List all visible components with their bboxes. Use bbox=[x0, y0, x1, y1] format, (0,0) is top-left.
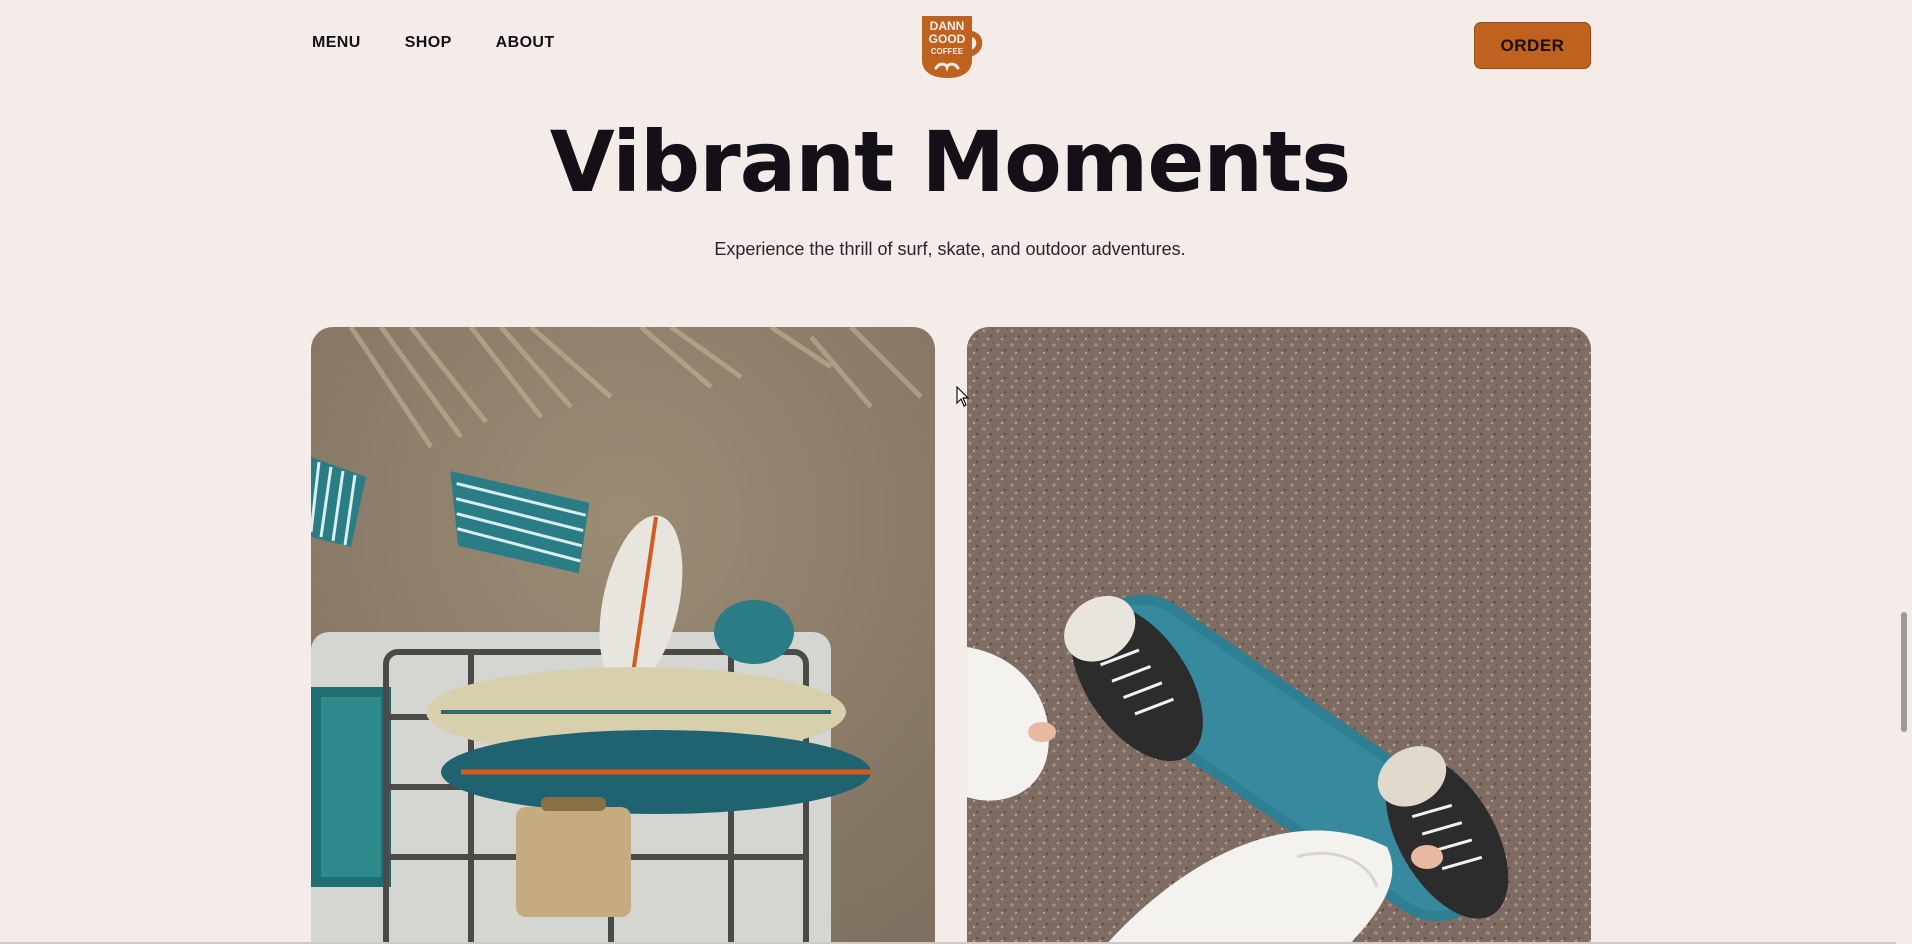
surf-van-image bbox=[311, 327, 935, 944]
site-header: MENU SHOP ABOUT DANN GOOD COFFEE ORDER bbox=[0, 0, 1890, 90]
mouse-cursor-icon bbox=[956, 386, 970, 407]
logo-text-line3: COFFEE bbox=[931, 47, 964, 56]
logo-text-line2: GOOD bbox=[929, 32, 966, 46]
page-title: Vibrant Moments bbox=[549, 113, 1352, 211]
main-nav: MENU SHOP ABOUT bbox=[312, 34, 555, 52]
vertical-scrollbar[interactable] bbox=[1896, 0, 1912, 944]
nav-shop-link[interactable]: SHOP bbox=[405, 34, 452, 52]
logo-text-line1: DANN bbox=[930, 19, 965, 33]
surf-van-illustration bbox=[311, 327, 935, 944]
coffee-mug-logo-icon: DANN GOOD COFFEE bbox=[922, 16, 983, 78]
nav-menu-link[interactable]: MENU bbox=[312, 34, 361, 52]
order-button[interactable]: ORDER bbox=[1474, 22, 1591, 69]
page-subtitle: Experience the thrill of surf, skate, an… bbox=[714, 239, 1186, 259]
logo-link[interactable]: DANN GOOD COFFEE bbox=[918, 12, 984, 80]
skateboard-illustration bbox=[967, 327, 1591, 944]
skateboard-image bbox=[967, 327, 1591, 944]
page: MENU SHOP ABOUT DANN GOOD COFFEE ORDER V… bbox=[0, 0, 1912, 944]
scrollbar-thumb[interactable] bbox=[1901, 612, 1907, 732]
nav-about-link[interactable]: ABOUT bbox=[496, 34, 555, 52]
